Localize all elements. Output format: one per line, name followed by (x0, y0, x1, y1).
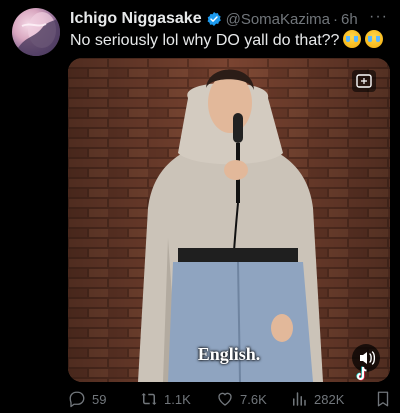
reply-count: 59 (92, 391, 107, 407)
gif-icon[interactable] (352, 70, 376, 92)
retweet-count: 1.1K (164, 391, 191, 407)
verified-badge-icon (206, 11, 222, 27)
tweet-text-content: No seriously lol why DO yall do that?? (70, 32, 340, 49)
reply-icon (69, 391, 85, 408)
views-icon (293, 392, 306, 406)
like-count: 7.6K (240, 391, 267, 407)
tweet[interactable]: Ichigo Niggasake @SomaKazima · 6h ··· No… (0, 0, 400, 413)
action-bar: 59 1.1K 7.6K 282K (68, 388, 394, 410)
tweet-text: No seriously lol why DO yall do that?? (70, 30, 395, 51)
crying-laughing-emoji-icon (365, 30, 384, 48)
avatar[interactable] (12, 8, 60, 56)
more-options-icon[interactable]: ··· (369, 8, 388, 26)
separator-dot: · (333, 10, 339, 28)
retweet-icon (141, 393, 157, 405)
timestamp[interactable]: 6h (341, 11, 358, 28)
views-button[interactable]: 282K (290, 388, 344, 410)
video-caption: English. (197, 344, 261, 364)
views-count: 282K (314, 391, 345, 407)
retweet-button[interactable]: 1.1K (140, 388, 191, 410)
tiktok-icon (354, 366, 370, 382)
video-media[interactable]: English. (68, 58, 390, 382)
heart-icon (218, 392, 232, 406)
crying-laughing-emoji-icon (343, 30, 362, 48)
bookmark-button[interactable] (374, 388, 398, 410)
video-frame (68, 58, 390, 382)
display-name[interactable]: Ichigo Niggasake (70, 10, 202, 28)
handle[interactable]: @SomaKazima (226, 11, 330, 28)
like-button[interactable]: 7.6K (216, 388, 267, 410)
tweet-header: Ichigo Niggasake @SomaKazima · 6h ··· (70, 8, 388, 30)
reply-button[interactable]: 59 (68, 388, 106, 410)
bookmark-icon (377, 391, 389, 407)
